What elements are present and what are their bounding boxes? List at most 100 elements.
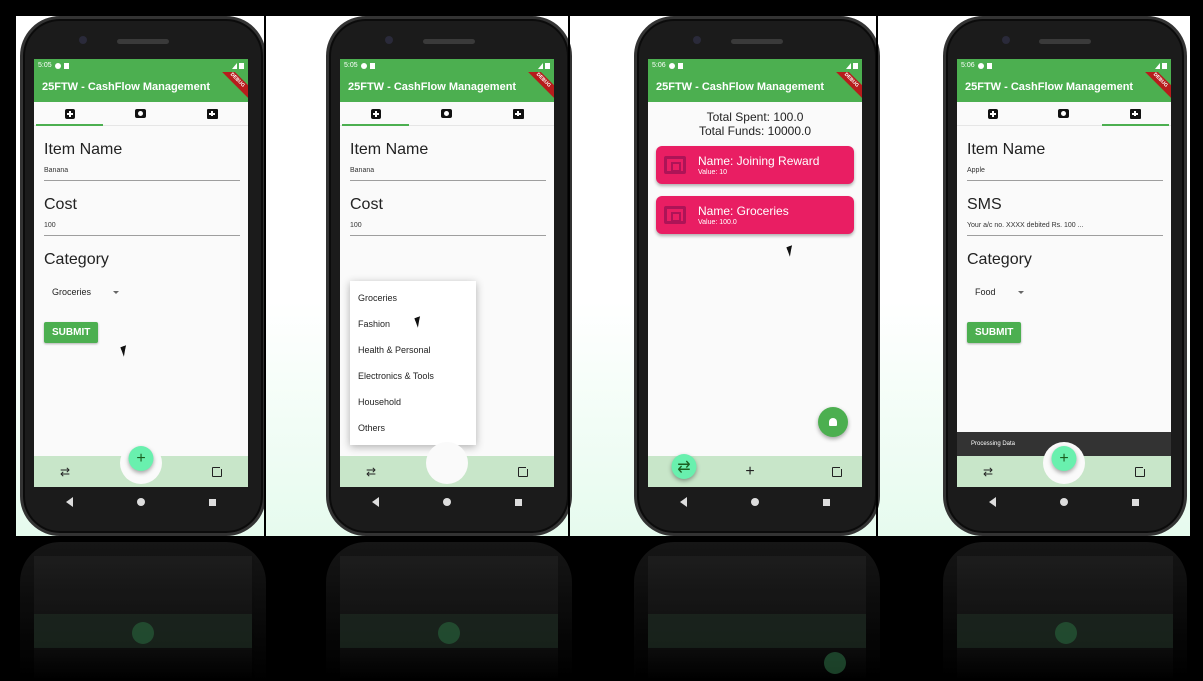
submit-button[interactable]: SUBMIT <box>967 322 1022 343</box>
status-bar: 5:06 <box>648 59 862 72</box>
transactions-icon[interactable]: ⇄ <box>60 465 70 479</box>
transaction-card[interactable]: Name: Groceries Value: 100.0 <box>656 196 854 234</box>
speaker <box>117 39 169 44</box>
tab-scan-receipt[interactable] <box>105 102 176 125</box>
recents-icon[interactable] <box>209 498 216 506</box>
menu-item-others[interactable]: Others <box>350 415 476 441</box>
system-nav <box>648 487 862 517</box>
category-label: Category <box>967 251 1032 268</box>
home-icon[interactable] <box>751 498 759 506</box>
app-title: 25FTW - CashFlow Management <box>348 81 517 93</box>
add-fab[interactable]: + <box>128 446 154 471</box>
status-bar: 5:05 <box>340 59 554 72</box>
message-add-icon <box>206 108 218 119</box>
home-icon[interactable] <box>1060 498 1068 506</box>
submit-button[interactable]: SUBMIT <box>44 322 99 343</box>
recents-icon[interactable] <box>515 498 522 506</box>
cost-input[interactable]: 100 <box>44 214 240 236</box>
phone-reflection <box>943 542 1187 681</box>
back-icon[interactable] <box>372 497 379 507</box>
add-box-icon <box>987 108 998 119</box>
bottom-nav: ⇄ + <box>957 442 1171 487</box>
recents-icon[interactable] <box>823 498 830 506</box>
app-title: 25FTW - CashFlow Management <box>965 81 1134 93</box>
status-time: 5:05 <box>344 62 358 69</box>
app-title: 25FTW - CashFlow Management <box>42 81 211 93</box>
back-icon[interactable] <box>680 497 687 507</box>
transactions-icon[interactable]: ⇄ <box>983 465 993 479</box>
item-name-input[interactable]: Banana <box>350 159 546 181</box>
screen: 5:06 25FTW - CashFlow Management DEBUG T… <box>648 59 862 487</box>
tab-bar <box>957 102 1171 126</box>
notification-icon <box>668 62 675 69</box>
signal-icon <box>232 62 237 69</box>
tab-sms[interactable] <box>177 102 248 125</box>
phone-2: 5:05 25FTW - CashFlow Management DEBUG I… <box>326 16 572 536</box>
notification-fab[interactable] <box>818 407 848 437</box>
item-name-input[interactable]: Apple <box>967 159 1163 181</box>
sd-card-icon <box>677 62 683 69</box>
add-icon[interactable]: + <box>745 463 754 481</box>
menu-item-health[interactable]: Health & Personal <box>350 337 476 363</box>
system-nav <box>957 487 1171 517</box>
fab-notch <box>426 442 468 484</box>
home-icon[interactable] <box>443 498 451 506</box>
total-funds: Total Funds: 10000.0 <box>698 124 812 138</box>
cost-input[interactable]: 100 <box>350 214 546 236</box>
category-dropdown[interactable]: Groceries <box>52 287 120 297</box>
status-time: 5:06 <box>652 62 666 69</box>
tab-add-expense[interactable] <box>34 102 105 126</box>
recents-icon[interactable] <box>1132 498 1139 506</box>
wallet-icon <box>664 156 686 174</box>
back-icon[interactable] <box>66 497 73 507</box>
tab-sms[interactable] <box>1100 102 1171 126</box>
back-icon[interactable] <box>989 497 996 507</box>
total-spent: Total Spent: 100.0 <box>706 110 804 124</box>
menu-item-electronics[interactable]: Electronics & Tools <box>350 363 476 389</box>
speaker <box>1039 39 1091 44</box>
bell-icon <box>829 418 837 426</box>
category-value: Groceries <box>52 287 92 297</box>
transaction-name: Name: Groceries <box>698 204 789 218</box>
analytics-icon[interactable] <box>518 463 531 477</box>
cost-label: Cost <box>44 196 77 213</box>
transaction-card[interactable]: Name: Joining Reward Value: 10 <box>656 146 854 184</box>
transaction-value: Value: 100.0 <box>698 219 737 226</box>
sms-input[interactable]: Your a/c no. XXXX debited Rs. 100 ... <box>967 214 1163 236</box>
tab-add-expense[interactable] <box>957 102 1028 125</box>
menu-item-groceries[interactable]: Groceries <box>350 285 476 311</box>
transactions-fab[interactable]: ⇄ <box>671 454 697 479</box>
item-name-label: Item Name <box>44 141 123 158</box>
tab-add-expense[interactable] <box>340 102 411 126</box>
tab-sms[interactable] <box>483 102 554 125</box>
transactions-icon[interactable]: ⇄ <box>366 465 376 479</box>
category-dropdown[interactable]: Food <box>975 287 1024 297</box>
app-bar: 25FTW - CashFlow Management DEBUG <box>957 72 1171 102</box>
home-icon[interactable] <box>137 498 145 506</box>
phone-4: 5:06 25FTW - CashFlow Management DEBUG I… <box>943 16 1187 536</box>
analytics-icon[interactable] <box>832 463 845 477</box>
transaction-name: Name: Joining Reward <box>698 154 820 168</box>
add-box-icon <box>370 108 381 119</box>
tab-scan-receipt[interactable] <box>1028 102 1099 125</box>
divider <box>0 16 16 536</box>
front-camera <box>79 36 87 44</box>
menu-item-fashion[interactable]: Fashion <box>350 311 476 337</box>
tab-scan-receipt[interactable] <box>411 102 482 125</box>
tab-bar <box>34 102 248 126</box>
message-add-icon <box>1129 108 1141 119</box>
analytics-icon[interactable] <box>1135 463 1148 477</box>
item-name-label: Item Name <box>967 141 1046 158</box>
analytics-icon[interactable] <box>212 463 225 477</box>
sd-card-icon <box>63 62 69 69</box>
item-name-input[interactable]: Banana <box>44 159 240 181</box>
status-bar: 5:05 <box>34 59 248 72</box>
notification-icon <box>977 62 984 69</box>
menu-item-household[interactable]: Household <box>350 389 476 415</box>
phone-reflection <box>326 542 572 681</box>
status-bar: 5:06 <box>957 59 1171 72</box>
app-bar: 25FTW - CashFlow Management DEBUG <box>34 72 248 102</box>
category-value: Food <box>975 287 996 297</box>
add-fab[interactable]: + <box>1051 446 1077 471</box>
message-add-icon <box>512 108 524 119</box>
